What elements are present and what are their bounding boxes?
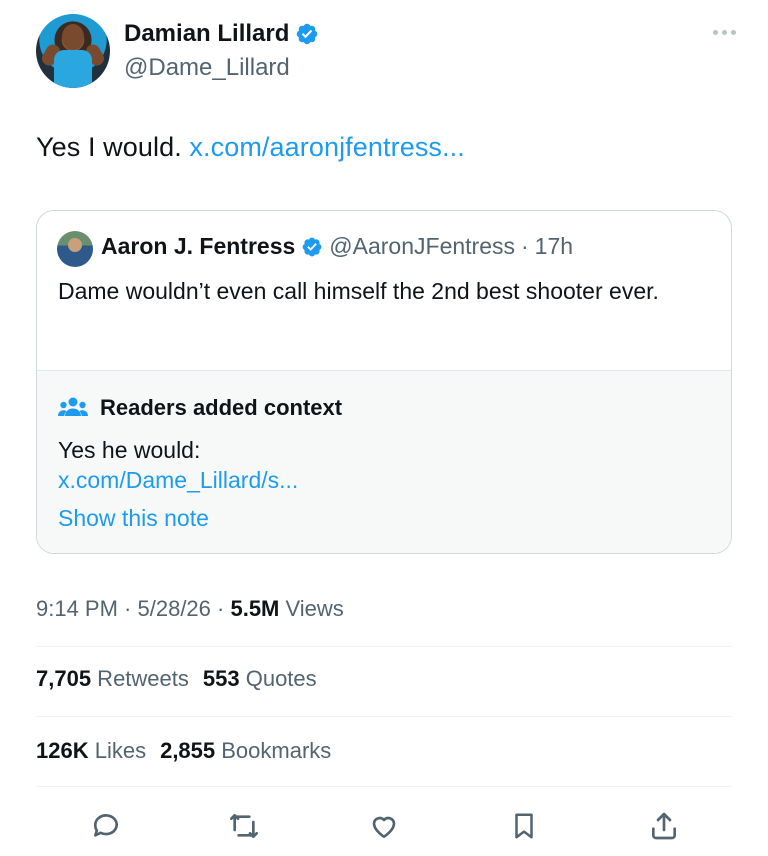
- quoted-time[interactable]: 17h: [535, 233, 573, 260]
- share-button[interactable]: [646, 808, 682, 844]
- tweet-date[interactable]: 5/28/26: [138, 596, 211, 621]
- quoted-avatar[interactable]: [57, 231, 93, 267]
- quotes-count: 553: [202, 666, 240, 691]
- verified-badge-icon: [302, 237, 322, 256]
- author-name[interactable]: Damian Lillard: [124, 20, 289, 48]
- note-text-body: Yes he would:: [58, 437, 201, 463]
- people-icon: [58, 397, 88, 416]
- meta-separator: ·: [210, 596, 231, 621]
- likes-stat[interactable]: 126K Likes: [36, 738, 146, 763]
- more-icon[interactable]: [713, 30, 736, 35]
- quoted-body: Dame wouldn’t even call himself the 2nd …: [58, 278, 659, 304]
- quoted-tweet-content: Aaron J. Fentress @AaronJFentress · 17h Da…: [37, 211, 731, 371]
- stats-row-reposts: 7,705 Retweets 553 Quotes: [36, 666, 317, 692]
- likes-label: Likes: [88, 738, 147, 763]
- quotes-label: Quotes: [239, 666, 317, 691]
- heart-icon: [372, 816, 396, 838]
- tweet-time[interactable]: 9:14 PM: [36, 596, 118, 621]
- divider: [36, 716, 732, 717]
- show-note-link[interactable]: Show this note: [58, 505, 209, 532]
- retweets-label: Retweets: [91, 666, 189, 691]
- bookmark-button[interactable]: [506, 808, 542, 844]
- divider: [36, 786, 732, 787]
- quotes-stat[interactable]: 553 Quotes: [203, 666, 317, 691]
- quoted-header: Aaron J. Fentress @AaronJFentress · 17h: [101, 233, 573, 260]
- bookmarks-label: Bookmarks: [215, 738, 332, 763]
- reply-icon: [93, 814, 118, 837]
- note-text: Yes he would: x.com/Dame_Lillard/s...: [58, 435, 298, 495]
- action-bar: [0, 800, 768, 850]
- tweet-text: Yes I would. x.com/aaronjfentress...: [36, 132, 465, 163]
- author-handle[interactable]: @Dame_Lillard: [124, 54, 290, 82]
- tweet-header: Damian Lillard @Dame_Lillard: [36, 14, 736, 90]
- bookmarks-stat[interactable]: 2,855 Bookmarks: [160, 738, 331, 763]
- note-link[interactable]: x.com/Dame_Lillard/s...: [58, 465, 298, 495]
- reply-button[interactable]: [88, 808, 124, 844]
- quoted-separator: ·: [521, 233, 529, 259]
- retweet-button[interactable]: [226, 808, 262, 844]
- likes-count: 126K: [36, 738, 89, 763]
- community-note[interactable]: Readers added context Yes he would: x.co…: [37, 370, 731, 553]
- tweet-meta: 9:14 PM · 5/28/26 · 5.5M Views: [36, 596, 344, 622]
- bookmark-icon: [515, 813, 533, 839]
- share-icon: [652, 812, 676, 840]
- note-header: Readers added context: [58, 395, 342, 421]
- author-name-row: Damian Lillard: [124, 20, 319, 48]
- divider: [36, 646, 732, 647]
- retweet-icon: [230, 814, 258, 838]
- quoted-tweet[interactable]: Aaron J. Fentress @AaronJFentress · 17h Da…: [36, 210, 732, 554]
- note-title: Readers added context: [100, 395, 343, 420]
- meta-separator: ·: [117, 596, 138, 621]
- like-button[interactable]: [366, 808, 402, 844]
- retweets-count: 7,705: [36, 666, 92, 691]
- author-avatar[interactable]: [36, 14, 110, 88]
- quoted-name[interactable]: Aaron J. Fentress: [101, 233, 295, 260]
- views-label: Views: [279, 596, 344, 621]
- bookmarks-count: 2,855: [160, 738, 216, 763]
- views-count: 5.5M: [230, 596, 280, 621]
- tweet-text-body: Yes I would.: [36, 132, 190, 162]
- verified-badge-icon: [297, 23, 318, 45]
- quoted-handle[interactable]: @AaronJFentress: [329, 233, 515, 260]
- stats-row-likes: 126K Likes 2,855 Bookmarks: [36, 738, 331, 764]
- tweet-link[interactable]: x.com/aaronjfentress...: [189, 132, 464, 162]
- retweets-stat[interactable]: 7,705 Retweets: [36, 666, 189, 691]
